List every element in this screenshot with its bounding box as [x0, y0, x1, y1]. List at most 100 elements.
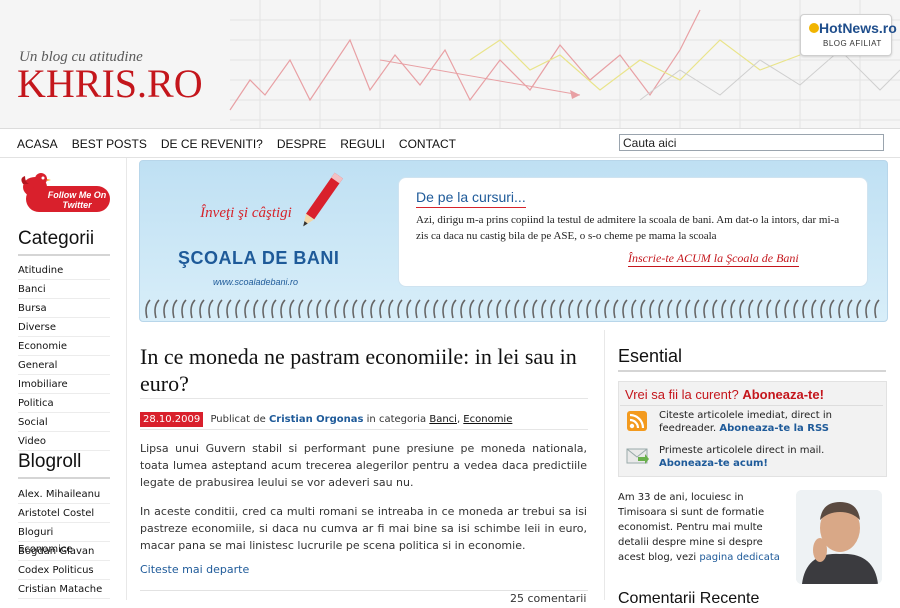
badge-title: HotNews.ro: [819, 20, 897, 36]
spiral-ring: [163, 299, 169, 319]
blogroll-link[interactable]: Alex. Mihaileanu: [18, 486, 110, 504]
subscribe-separator: [620, 405, 883, 406]
spiral-ring: [343, 299, 349, 319]
spiral-ring: [874, 299, 880, 319]
banner-script-text: Înveţi şi câştigi: [200, 205, 292, 221]
meta-rule: [140, 429, 588, 430]
spiral-ring: [253, 299, 259, 319]
spiral-ring: [820, 299, 826, 319]
spiral-ring: [442, 299, 448, 319]
subscribe-cta[interactable]: Aboneaza-te!: [742, 387, 824, 402]
category-politica[interactable]: Politica: [18, 395, 110, 413]
author-photo: [796, 490, 882, 584]
esential-heading: Esential: [618, 346, 683, 366]
spiral-ring: [847, 299, 853, 319]
spiral-ring: [469, 299, 475, 319]
category-general[interactable]: General: [18, 357, 110, 375]
spiral-ring: [550, 299, 556, 319]
spiral-ring: [766, 299, 772, 319]
spiral-ring: [649, 299, 655, 319]
about-text: Am 33 de ani, locuiesc in Timisoara si s…: [618, 490, 788, 565]
email-subscribe-link[interactable]: Aboneaza-te acum!: [659, 458, 768, 469]
category-atitudine[interactable]: Atitudine: [18, 262, 110, 280]
spiral-ring: [829, 299, 835, 319]
blogroll-link[interactable]: Bogdan Glavan: [18, 543, 110, 561]
spiral-ring: [721, 299, 727, 319]
spiral-ring: [406, 299, 412, 319]
spiral-ring: [190, 299, 196, 319]
title-rule: [140, 398, 588, 399]
category-economie[interactable]: Economie: [18, 338, 110, 356]
spiral-ring: [271, 299, 277, 319]
subscribe-question: Vrei sa fii la curent?: [625, 387, 739, 402]
spiral-ring: [460, 299, 466, 319]
spiral-ring: [694, 299, 700, 319]
article-paragraph-1: Lipsa unui Guvern stabil si performant p…: [140, 442, 587, 489]
category-social[interactable]: Social: [18, 414, 110, 432]
nav-item-best-posts[interactable]: BEST POSTS: [72, 137, 147, 151]
article-title[interactable]: In ce moneda ne pastram economiile: in l…: [140, 343, 580, 397]
rss-icon[interactable]: [627, 411, 647, 431]
spiral-ring: [361, 299, 367, 319]
email-icon[interactable]: [625, 444, 649, 468]
category-video[interactable]: Video: [18, 433, 110, 451]
spiral-ring: [226, 299, 232, 319]
esential-rule: [618, 370, 886, 372]
about-page-link[interactable]: pagina dedicata: [699, 552, 780, 563]
nav-item-acasa[interactable]: ACASA: [17, 137, 58, 151]
blogroll-link[interactable]: Bloguri Economice: [18, 524, 110, 555]
article-category-banci[interactable]: Banci: [429, 414, 457, 425]
nav-item-de-ce-reveniti[interactable]: DE CE REVENITI?: [161, 137, 263, 151]
nav-item-reguli[interactable]: REGULI: [340, 137, 385, 151]
spiral-ring: [397, 299, 403, 319]
article-category-economie[interactable]: Economie: [463, 414, 512, 425]
spiral-ring: [730, 299, 736, 319]
spiral-ring: [658, 299, 664, 319]
spiral-ring: [145, 299, 151, 319]
sidebar-divider: [126, 158, 127, 600]
spiral-ring: [865, 299, 871, 319]
spiral-ring: [478, 299, 484, 319]
read-more-link[interactable]: Citeste mai departe: [140, 563, 249, 576]
site-logo[interactable]: KHRIS.RO: [17, 64, 203, 104]
blogroll-list: Alex. Mihaileanu Aristotel Costel Blogur…: [18, 486, 110, 600]
category-banci[interactable]: Banci: [18, 281, 110, 299]
nav-item-contact[interactable]: CONTACT: [399, 137, 456, 151]
comments-link[interactable]: 25 comentarii: [510, 592, 586, 605]
blogroll-link[interactable]: Cristian Matache: [18, 581, 110, 599]
email-description: Primeste articolele direct in mail. Abon…: [659, 444, 879, 470]
category-bursa[interactable]: Bursa: [18, 300, 110, 318]
spiral-ring: [172, 299, 178, 319]
spiral-ring: [856, 299, 862, 319]
article-footer-rule: [140, 590, 588, 591]
rss-description: Citeste articolele imediat, direct in fe…: [659, 409, 879, 435]
spiral-ring: [514, 299, 520, 319]
article-author-link[interactable]: Cristian Orgonas: [269, 414, 364, 425]
categories-heading: Categorii: [18, 228, 95, 249]
blogroll-link[interactable]: Aristotel Costel: [18, 505, 110, 523]
category-diverse[interactable]: Diverse: [18, 319, 110, 337]
blogroll-link[interactable]: Codex Politicus: [18, 562, 110, 580]
spiral-ring: [496, 299, 502, 319]
categories-rule: [18, 254, 110, 256]
spiral-ring: [802, 299, 808, 319]
spiral-ring: [505, 299, 511, 319]
published-by-label: Publicat de: [210, 414, 266, 425]
spiral-ring: [451, 299, 457, 319]
spiral-ring: [424, 299, 430, 319]
spiral-ring: [685, 299, 691, 319]
hotnews-badge[interactable]: HotNews.ro BLOG AFILIAT: [800, 14, 897, 56]
nav-item-despre[interactable]: DESPRE: [277, 137, 326, 151]
spiral-ring: [298, 299, 304, 319]
banner-card-text: Azi, dirigu m-a prins copiind la testul …: [416, 214, 840, 242]
banner-signup-link[interactable]: Înscrie-te ACUM la Şcoala de Bani: [628, 251, 799, 267]
category-imobiliare[interactable]: Imobiliare: [18, 376, 110, 394]
search-input[interactable]: Cauta aici: [619, 134, 884, 151]
spiral-ring: [748, 299, 754, 319]
spiral-ring: [181, 299, 187, 319]
rss-subscribe-link[interactable]: Aboneaza-te la RSS: [719, 423, 829, 434]
spiral-ring: [370, 299, 376, 319]
spiral-ring: [838, 299, 844, 319]
spiral-ring: [307, 299, 313, 319]
right-column-divider: [604, 330, 605, 600]
